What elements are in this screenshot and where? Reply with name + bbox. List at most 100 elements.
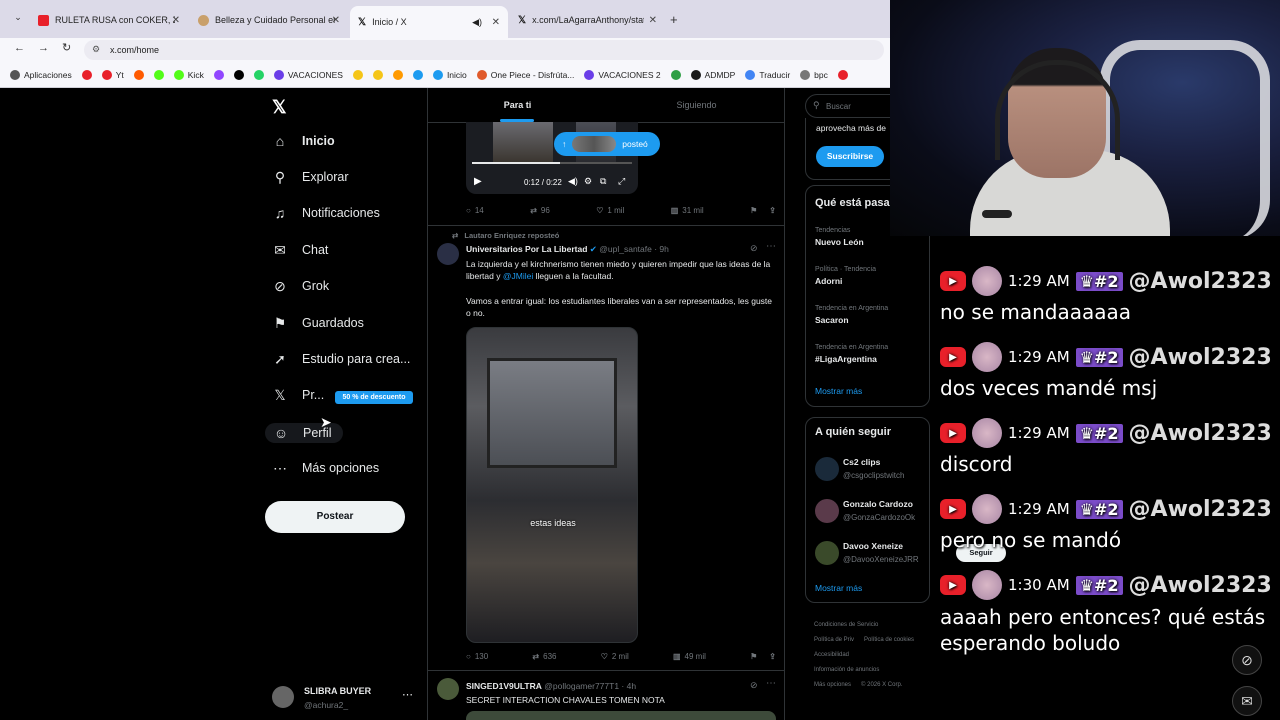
grok-icon[interactable]: ⊘ <box>750 243 758 254</box>
site-info-icon[interactable]: ⚙ <box>92 44 100 55</box>
bookmark-item[interactable] <box>352 69 363 80</box>
play-icon[interactable]: ▶ <box>474 176 482 187</box>
nav-item-estudio-para-crea[interactable]: ➚ Estudio para crea... <box>272 351 410 367</box>
back-icon[interactable]: ← <box>14 42 25 54</box>
trend-item[interactable]: Tendencias Nuevo León <box>815 227 864 247</box>
bookmark-item[interactable] <box>233 69 244 80</box>
tab-siguiendo[interactable]: Siguiendo <box>607 88 784 122</box>
messages-fab-icon[interactable]: ✉ <box>1232 686 1262 716</box>
audio-playing-icon[interactable]: ◀) <box>472 17 482 28</box>
close-icon[interactable]: ✕ <box>332 15 340 26</box>
footer-link[interactable]: Condiciones de Servicio <box>814 618 878 633</box>
bookmark-item[interactable] <box>81 69 92 80</box>
bookmark-item[interactable]: Kick <box>173 69 204 80</box>
bookmark-item[interactable] <box>837 69 848 80</box>
address-bar[interactable]: ⚙ x.com/home <box>84 40 884 60</box>
bookmark-item[interactable] <box>372 69 383 80</box>
grok-icon[interactable]: ⊘ <box>750 680 758 691</box>
bookmark-item[interactable]: bpc <box>800 69 828 80</box>
nav-item-pr[interactable]: 𝕏 Pr... <box>272 387 324 403</box>
views-button[interactable]: ▥ 31 mil <box>671 206 704 215</box>
nav-item-inicio[interactable]: ⌂ Inicio <box>272 133 335 149</box>
bookmark-item[interactable]: VACACIONES <box>273 69 343 80</box>
bookmark-item[interactable]: One Piece - Disfrúta... <box>476 69 574 80</box>
nav-item-notificaciones[interactable]: ♫ Notificaciones <box>272 205 380 221</box>
tab-search-button[interactable]: ⌄ <box>10 12 26 28</box>
bookmark-button[interactable]: ⚑ ⇪ <box>750 206 776 215</box>
tab-para-ti[interactable]: Para ti <box>428 88 607 122</box>
avatar[interactable] <box>437 678 459 700</box>
bookmark-item[interactable] <box>670 69 681 80</box>
avatar[interactable] <box>437 243 459 265</box>
bookmark-item[interactable]: ADMDP <box>690 69 735 80</box>
author-name[interactable]: SINGED1V9ULTRA <box>466 681 542 691</box>
more-icon[interactable]: ⋯ <box>766 678 776 689</box>
repost-button[interactable]: ⇄ 96 <box>530 206 550 215</box>
show-more-link[interactable]: Mostrar más <box>815 583 862 593</box>
footer-link[interactable]: Información de anuncios <box>814 663 879 678</box>
reply-button[interactable]: ○ 14 <box>466 206 484 215</box>
new-posts-toast[interactable]: ↑ posteó <box>554 132 660 156</box>
mention-link[interactable]: @JMilei <box>503 271 533 281</box>
bookmark-item[interactable]: Traducir <box>745 69 790 80</box>
settings-icon[interactable]: ⚙ <box>584 176 592 187</box>
account-switcher[interactable]: SLIBRA BUYER @achura2_ ⋯ <box>272 684 417 712</box>
close-icon[interactable]: ✕ <box>649 15 657 26</box>
pip-icon[interactable]: ⧉ <box>600 176 606 187</box>
nav-item-más-opciones[interactable]: ⋯ Más opciones <box>272 460 379 476</box>
reply-button[interactable]: ○ 130 <box>466 652 488 661</box>
close-icon[interactable]: ✕ <box>492 17 500 28</box>
bookmark-item[interactable]: Yt <box>101 69 124 80</box>
more-icon[interactable]: ⋯ <box>402 688 413 701</box>
share-icon[interactable]: ⇪ <box>769 652 776 661</box>
follow-suggestion[interactable]: Davoo Xeneize @DavooXeneizeJRR <box>815 539 925 569</box>
bookmark-item[interactable] <box>213 69 224 80</box>
tab-inicio-x[interactable]: 𝕏 Inicio / X ◀) ✕ <box>350 6 508 38</box>
nav-item-guardados[interactable]: ⚑ Guardados <box>272 315 364 331</box>
post-button[interactable]: Postear <box>265 501 405 533</box>
bookmark-item[interactable]: VACACIONES 2 <box>584 69 661 80</box>
nav-item-grok[interactable]: ⊘ Grok <box>272 278 329 294</box>
show-more-link[interactable]: Mostrar más <box>815 386 862 396</box>
footer-link[interactable]: Más opciones <box>814 678 851 693</box>
repost-button[interactable]: ⇄ 636 <box>532 652 556 661</box>
author-name[interactable]: Universitarios Por La Libertad <box>466 244 587 254</box>
close-icon[interactable]: ✕ <box>172 15 180 26</box>
tab-status[interactable]: 𝕏 x.com/LaAgarraAnthony/status ✕ <box>510 6 665 34</box>
forward-icon[interactable]: → <box>38 42 49 54</box>
share-icon[interactable]: ⇪ <box>769 206 776 215</box>
x-logo-icon[interactable]: 𝕏 <box>272 97 287 118</box>
bookmark-item[interactable] <box>133 69 144 80</box>
nav-item-chat[interactable]: ✉ Chat <box>272 242 328 258</box>
tab-belleza[interactable]: Belleza y Cuidado Personal en ✕ <box>190 6 348 34</box>
like-button[interactable]: ♡ 1 mil <box>596 206 624 215</box>
video-progress-bar[interactable] <box>472 162 632 164</box>
fullscreen-icon[interactable]: ⤢ <box>618 176 625 187</box>
trend-item[interactable]: Tendencia en Argentina #LigaArgentina <box>815 344 888 364</box>
tweet-media[interactable] <box>466 711 776 720</box>
reload-icon[interactable]: ↻ <box>62 41 71 54</box>
follow-suggestion[interactable]: Gonzalo Cardozo @GonzaCardozoOk <box>815 497 925 527</box>
like-button[interactable]: ♡ 2 mil <box>601 652 629 661</box>
grok-fab-icon[interactable]: ⊘ <box>1232 645 1262 675</box>
new-tab-button[interactable]: + <box>670 12 678 27</box>
footer-link[interactable]: © 2026 X Corp. <box>861 678 902 693</box>
footer-link[interactable]: Política de cookies <box>864 633 914 648</box>
trend-item[interactable]: Política · Tendencia Adorni <box>815 266 876 286</box>
tab-ruleta-rusa[interactable]: RULETA RUSA con COKER, ZEK ✕ <box>30 6 188 34</box>
bookmark-item[interactable] <box>153 69 164 80</box>
bookmark-item[interactable]: Aplicaciones <box>10 69 72 80</box>
views-button[interactable]: ▥ 49 mil <box>673 652 706 661</box>
bookmark-item[interactable]: Inicio <box>432 69 467 80</box>
volume-icon[interactable]: ◀) <box>568 176 578 187</box>
follow-suggestion[interactable]: Cs2 clips @csgoclipstwitch <box>815 455 925 485</box>
bookmark-item[interactable] <box>392 69 403 80</box>
nav-item-explorar[interactable]: ⚲ Explorar <box>272 169 349 185</box>
footer-link[interactable]: Política de Priv <box>814 633 854 648</box>
bookmark-item[interactable] <box>253 69 264 80</box>
bookmark-button[interactable]: ⚑ ⇪ <box>750 652 776 661</box>
tweet-video[interactable]: estas ideas <box>466 327 638 643</box>
trend-item[interactable]: Tendencia en Argentina Sacaron <box>815 305 888 325</box>
more-icon[interactable]: ⋯ <box>766 241 776 252</box>
subscribe-button[interactable]: Suscribirse <box>816 146 884 167</box>
